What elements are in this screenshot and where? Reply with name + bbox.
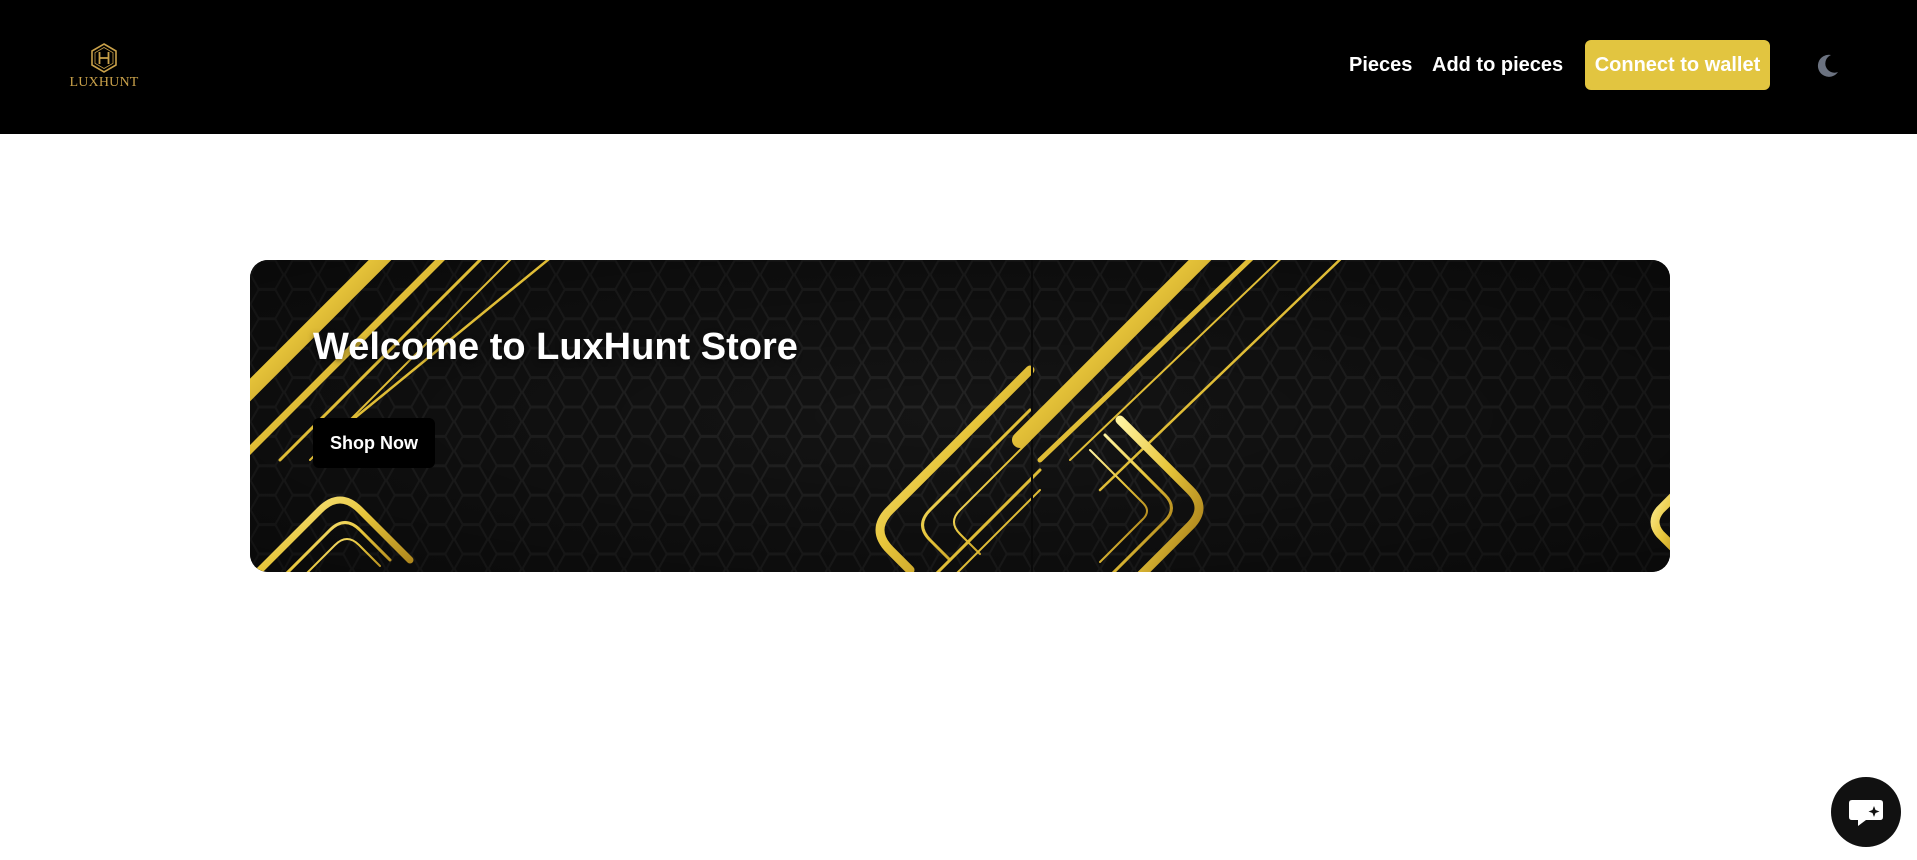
chat-launcher-button[interactable]: [1831, 777, 1901, 847]
hero-background-image: [250, 260, 1670, 572]
top-navbar: LUXHUNT Pieces Add to pieces Connect to …: [0, 0, 1917, 134]
hero-banner: Welcome to LuxHunt Store Shop Now: [250, 260, 1670, 572]
connect-wallet-button[interactable]: Connect to wallet: [1585, 40, 1770, 90]
nav-link-add-to-pieces[interactable]: Add to pieces: [1432, 54, 1563, 77]
chat-bubble-sparkle-icon: [1846, 792, 1886, 832]
logo-wordmark: LUXHUNT: [69, 75, 139, 90]
nav-link-pieces[interactable]: Pieces: [1349, 54, 1412, 77]
theme-toggle-button[interactable]: [1812, 51, 1842, 81]
hero-title: Welcome to LuxHunt Store: [313, 326, 798, 368]
moon-icon: [1812, 51, 1842, 81]
hexagon-h-monogram-icon: [88, 42, 120, 74]
luxhunt-logo[interactable]: LUXHUNT: [69, 42, 139, 94]
shop-now-button[interactable]: Shop Now: [313, 418, 435, 468]
